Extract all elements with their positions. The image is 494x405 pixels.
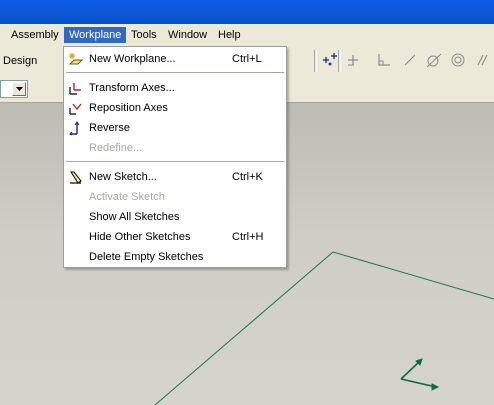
workplane-menu: New Workplane... Ctrl+L Transform Axes..… [63, 46, 287, 268]
menu-bar: Assembly Workplane Tools Window Help [0, 24, 494, 47]
menu-separator [66, 161, 284, 162]
constraint-icon[interactable] [343, 50, 363, 70]
menu-assembly[interactable]: Assembly [6, 27, 64, 43]
transform-axes-icon [68, 80, 84, 96]
menu-separator [66, 72, 284, 73]
chevron-down-icon[interactable] [12, 82, 26, 96]
menu-item-new-sketch[interactable]: New Sketch... Ctrl+K [64, 167, 286, 187]
menu-item-activate-sketch: Activate Sketch [89, 191, 165, 203]
perpendicular-icon[interactable] [374, 50, 394, 70]
menu-workplane[interactable]: Workplane [64, 27, 127, 43]
menu-item-reposition-axes[interactable]: Reposition Axes [64, 98, 286, 118]
design-tab[interactable]: Design [0, 52, 40, 70]
view-select[interactable] [0, 80, 28, 98]
window-title-bar [0, 0, 494, 24]
parallel-icon[interactable] [472, 50, 492, 70]
new-workplane-icon [68, 51, 84, 67]
reverse-icon [68, 120, 84, 136]
menu-item-redefine: Redefine... [89, 142, 143, 154]
workplane-outline [154, 251, 494, 405]
menu-item-hide-other-sketches[interactable]: Hide Other Sketches Ctrl+H [64, 227, 286, 247]
toolbar-separator [338, 50, 341, 72]
menu-window[interactable]: Window [163, 27, 212, 43]
reposition-axes-icon [68, 100, 84, 116]
axis-system-icon[interactable] [320, 50, 340, 70]
workplane-axes-icon[interactable] [400, 358, 440, 391]
menu-item-show-all-sketches[interactable]: Show All Sketches [64, 207, 286, 227]
concentric-icon[interactable] [448, 50, 468, 70]
menu-help[interactable]: Help [213, 27, 246, 43]
menu-tools[interactable]: Tools [126, 27, 162, 43]
toolbar-separator [314, 50, 317, 72]
menu-item-reverse[interactable]: Reverse [64, 118, 286, 138]
menu-item-delete-empty-sketches[interactable]: Delete Empty Sketches [64, 247, 286, 267]
tangent-arc-icon[interactable] [424, 50, 444, 70]
menu-item-transform-axes[interactable]: Transform Axes... [64, 78, 286, 98]
menu-item-new-workplane[interactable]: New Workplane... Ctrl+L [64, 49, 286, 69]
new-sketch-icon [68, 169, 84, 185]
line-icon[interactable] [400, 50, 420, 70]
